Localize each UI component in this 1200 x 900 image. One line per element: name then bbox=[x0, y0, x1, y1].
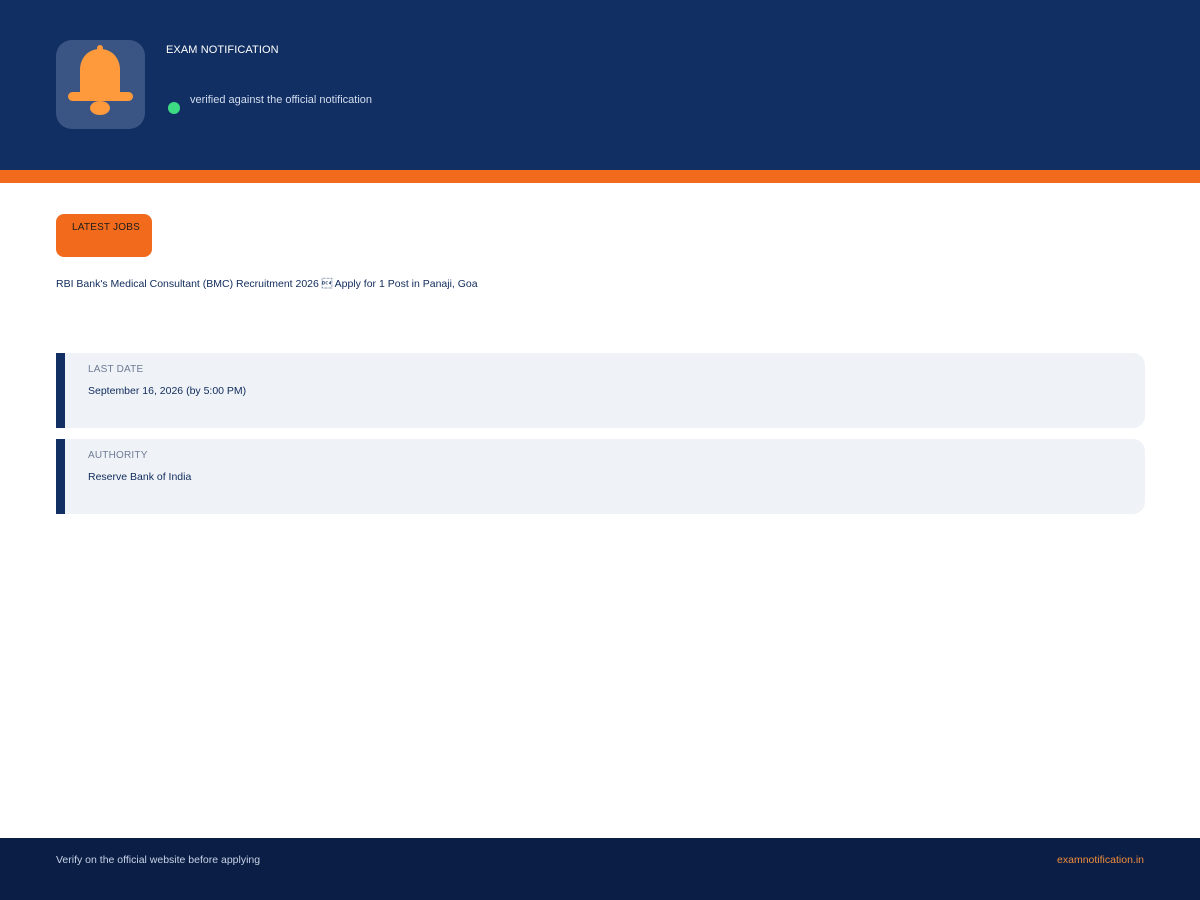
footer-disclaimer: Verify on the official website before ap… bbox=[56, 854, 261, 866]
detail-label: LAST DATE bbox=[88, 364, 144, 375]
page-header: EXAM NOTIFICATION verified against the o… bbox=[0, 0, 1200, 170]
detail-value: September 16, 2026 (by 5:00 PM) bbox=[88, 385, 247, 397]
page-footer: Verify on the official website before ap… bbox=[0, 838, 1200, 900]
detail-value: Reserve Bank of India bbox=[88, 471, 192, 483]
accent-divider bbox=[0, 170, 1200, 183]
card-edge bbox=[56, 353, 65, 428]
detail-card-authority: AUTHORITY Reserve Bank of India bbox=[56, 439, 1145, 514]
verified-status-text: verified against the official notificati… bbox=[190, 94, 373, 106]
brand-label: EXAM NOTIFICATION bbox=[166, 44, 279, 56]
detail-label: AUTHORITY bbox=[88, 450, 148, 461]
category-badge: LATEST JOBS bbox=[56, 214, 152, 257]
verified-status-dot bbox=[168, 102, 180, 114]
bell-icon bbox=[68, 45, 133, 115]
job-title: RBI Bank's Medical Consultant (BMC) Recr… bbox=[56, 278, 478, 290]
detail-card-last-date: LAST DATE September 16, 2026 (by 5:00 PM… bbox=[56, 353, 1145, 428]
footer-site-link[interactable]: examnotification.in bbox=[1057, 854, 1144, 866]
logo-tile bbox=[56, 40, 145, 129]
card-edge bbox=[56, 439, 65, 514]
